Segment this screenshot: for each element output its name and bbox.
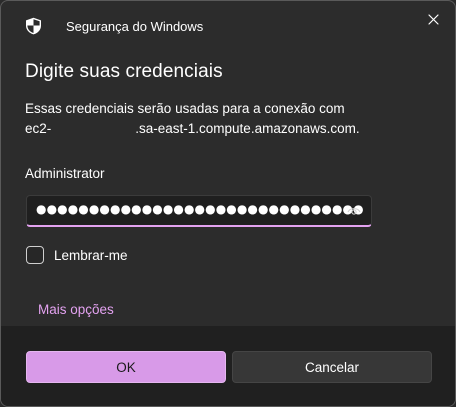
cancel-button[interactable]: Cancelar [232, 351, 432, 383]
remember-me-label: Lembrar-me [54, 247, 128, 263]
password-masked-value: ●●●●●●●●●●●●●●●●●●●●●●●●●●●●●●● [36, 202, 364, 216]
username-label: Administrator [25, 166, 105, 181]
credentials-dialog: Segurança do Windows Digite suas credenc… [0, 0, 456, 407]
dialog-description: Essas credenciais serão usadas para a co… [25, 99, 360, 139]
more-options-link[interactable]: Mais opções [38, 302, 114, 317]
windows-security-shield-icon [26, 17, 41, 35]
remember-me-checkbox[interactable]: Lembrar-me [26, 244, 128, 266]
close-icon [427, 13, 439, 25]
checkbox-box[interactable] [26, 246, 44, 264]
title-bar: Segurança do Windows [1, 1, 455, 53]
description-line: Essas credenciais serão usadas para a co… [25, 101, 345, 116]
dialog-heading: Digite suas credenciais [25, 61, 223, 82]
eye-icon[interactable] [347, 205, 361, 217]
host-suffix: .sa-east-1.compute.amazonaws.com. [135, 121, 360, 136]
app-title: Segurança do Windows [66, 19, 204, 34]
password-input[interactable]: ●●●●●●●●●●●●●●●●●●●●●●●●●●●●●●● [26, 195, 372, 227]
host-prefix: ec2- [25, 121, 52, 136]
close-button[interactable] [421, 7, 445, 31]
ok-button[interactable]: OK [26, 351, 226, 383]
host-line: ec2- .sa-east-1.compute.amazonaws.com. [25, 119, 360, 139]
